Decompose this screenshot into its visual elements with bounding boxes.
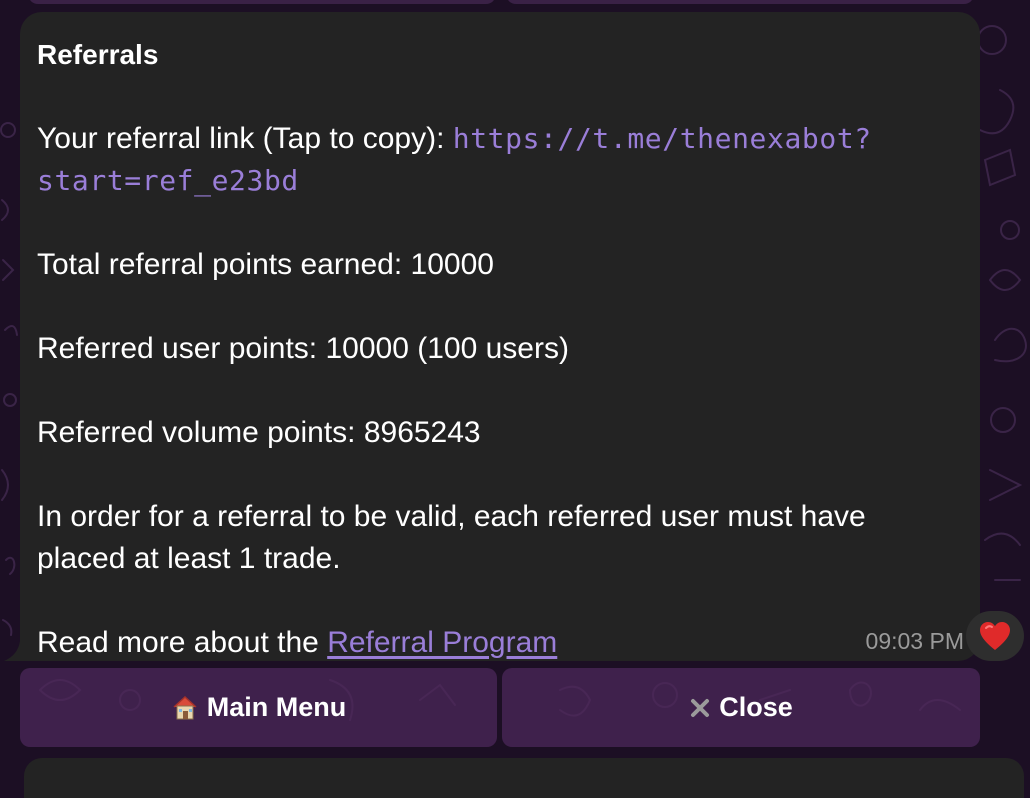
main-menu-label: Main Menu <box>206 692 347 722</box>
previous-button-edge <box>506 0 974 4</box>
referral-link-code-continued[interactable]: start=ref_e23bd <box>37 164 299 197</box>
total-points-text: Total referral points earned: 10000 <box>37 248 494 281</box>
validity-text-line-1: In order for a referral to be valid, eac… <box>37 500 866 533</box>
house-icon <box>171 694 199 722</box>
referral-link-code[interactable]: https://t.me/thenexabot? <box>453 122 872 155</box>
referrals-message-bubble: Referrals Your referral link (Tap to cop… <box>20 12 980 661</box>
close-button[interactable]: Close <box>502 668 980 747</box>
referral-program-link[interactable]: Referral Program <box>327 626 557 659</box>
x-icon <box>689 697 711 719</box>
close-label: Close <box>719 692 793 722</box>
volume-points-text: Referred volume points: 8965243 <box>37 416 481 449</box>
referral-link-label: Your referral link (Tap to copy): <box>37 122 453 155</box>
read-more-line: Read more about the Referral Program <box>37 622 962 664</box>
message-title: Referrals <box>37 39 159 70</box>
next-message-edge <box>24 758 1024 798</box>
validity-text-line-2: placed at least 1 trade. <box>37 542 341 575</box>
heart-icon <box>980 622 1010 650</box>
heart-reaction[interactable] <box>966 611 1024 661</box>
referral-link-line-2: start=ref_e23bd <box>37 160 962 202</box>
message-timestamp: 09:03 PM <box>865 628 964 654</box>
previous-button-edge <box>28 0 496 4</box>
main-menu-button[interactable]: Main Menu <box>20 668 497 747</box>
read-more-label: Read more about the <box>37 626 328 659</box>
referral-link-line: Your referral link (Tap to copy): https:… <box>37 118 962 160</box>
user-points-text: Referred user points: 10000 (100 users) <box>37 332 569 365</box>
